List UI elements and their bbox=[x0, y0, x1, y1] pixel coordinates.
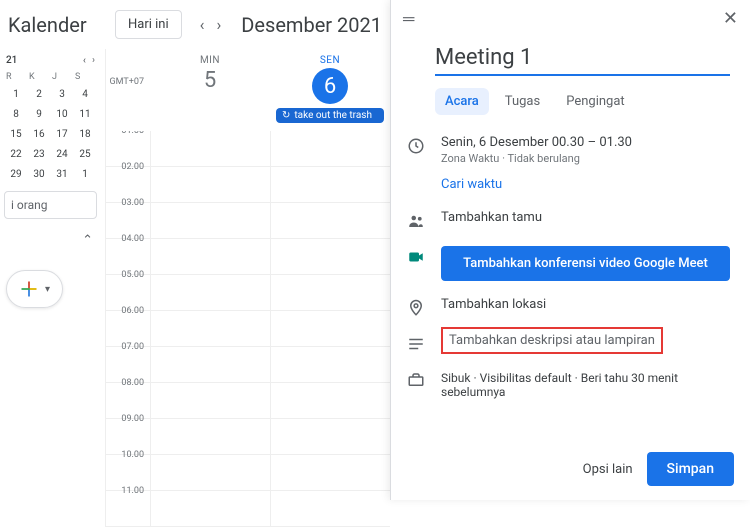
add-location-input[interactable]: Tambahkan lokasi bbox=[441, 297, 730, 312]
timezone-label: GMT+07 bbox=[106, 49, 150, 131]
hour-label: 08.00 bbox=[106, 378, 150, 413]
next-period-icon[interactable]: › bbox=[212, 11, 225, 38]
time-row: 11.00 bbox=[106, 491, 390, 527]
close-icon[interactable]: ✕ bbox=[723, 8, 738, 29]
time-cell[interactable] bbox=[150, 203, 270, 238]
recurring-icon: ↻ bbox=[282, 110, 290, 121]
mini-date[interactable]: 11 bbox=[75, 106, 95, 123]
tab-reminder[interactable]: Pengingat bbox=[556, 88, 634, 115]
time-cell[interactable] bbox=[270, 419, 390, 454]
mini-date[interactable]: 9 bbox=[29, 106, 49, 123]
mini-date[interactable]: 4 bbox=[75, 86, 95, 103]
time-cell[interactable] bbox=[270, 491, 390, 526]
mini-date[interactable]: 2 bbox=[29, 86, 49, 103]
hour-label: 11.00 bbox=[106, 486, 150, 521]
time-cell[interactable] bbox=[270, 311, 390, 346]
time-cell[interactable] bbox=[270, 203, 390, 238]
time-cell[interactable] bbox=[270, 347, 390, 382]
people-icon bbox=[407, 212, 427, 230]
mini-date[interactable]: 15 bbox=[6, 126, 26, 143]
mini-date[interactable]: 31 bbox=[52, 166, 72, 183]
find-time-link[interactable]: Cari waktu bbox=[441, 173, 750, 202]
time-cell[interactable] bbox=[150, 311, 270, 346]
briefcase-icon bbox=[407, 371, 427, 389]
mini-date[interactable]: 24 bbox=[52, 146, 72, 163]
mini-date[interactable]: 25 bbox=[75, 146, 95, 163]
location-icon bbox=[407, 299, 427, 317]
time-cell[interactable] bbox=[150, 383, 270, 418]
add-description-input[interactable]: Tambahkan deskripsi atau lampiran bbox=[441, 327, 663, 354]
hour-label: 03.00 bbox=[106, 198, 150, 233]
mini-date[interactable]: 23 bbox=[29, 146, 49, 163]
app-title: Kalender bbox=[8, 13, 87, 37]
time-cell[interactable] bbox=[150, 347, 270, 382]
mini-next-icon[interactable]: › bbox=[92, 55, 95, 66]
month-label: Desember 2021 bbox=[241, 13, 382, 37]
event-title-input[interactable] bbox=[435, 41, 730, 76]
time-cell[interactable] bbox=[270, 455, 390, 490]
hour-label: 05.00 bbox=[106, 270, 150, 305]
time-cell[interactable] bbox=[150, 239, 270, 274]
mini-date[interactable]: 1 bbox=[75, 166, 95, 183]
search-people-input[interactable]: i orang bbox=[4, 191, 97, 219]
save-button[interactable]: Simpan bbox=[647, 452, 734, 486]
chevron-down-icon: ▾ bbox=[45, 284, 50, 295]
mini-cal-year: 21 bbox=[6, 55, 17, 66]
drag-handle-icon[interactable]: ═ bbox=[403, 9, 414, 29]
time-cell[interactable] bbox=[150, 167, 270, 202]
plus-icon bbox=[19, 279, 39, 299]
hour-label: 09.00 bbox=[106, 414, 150, 449]
time-cell[interactable] bbox=[150, 275, 270, 310]
visibility-row[interactable]: Sibuk · Visibilitas default · Beri tahu … bbox=[441, 371, 730, 399]
mini-date[interactable]: 8 bbox=[6, 106, 26, 123]
hour-label: 10.00 bbox=[106, 450, 150, 485]
mini-dow: R bbox=[6, 72, 26, 82]
create-button[interactable]: ▾ bbox=[6, 270, 63, 308]
day-header[interactable]: SEN 6 ↻ take out the trash bbox=[270, 49, 390, 131]
mini-dow: K bbox=[29, 72, 49, 82]
tab-event[interactable]: Acara bbox=[435, 88, 489, 115]
mini-date[interactable]: 1 bbox=[6, 86, 26, 103]
hour-label: 01.00 bbox=[106, 131, 150, 161]
mini-date[interactable]: 10 bbox=[52, 106, 72, 123]
tab-task[interactable]: Tugas bbox=[495, 88, 550, 115]
event-chip[interactable]: ↻ take out the trash bbox=[276, 108, 384, 123]
description-icon bbox=[407, 335, 427, 353]
clock-icon bbox=[407, 137, 427, 155]
time-cell[interactable] bbox=[150, 131, 270, 166]
time-cell[interactable] bbox=[270, 383, 390, 418]
mini-date[interactable]: 17 bbox=[52, 126, 72, 143]
time-cell[interactable] bbox=[270, 239, 390, 274]
add-guests-input[interactable]: Tambahkan tamu bbox=[441, 210, 730, 225]
hour-label: 06.00 bbox=[106, 306, 150, 341]
time-cell[interactable] bbox=[270, 167, 390, 202]
prev-period-icon[interactable]: ‹ bbox=[196, 11, 209, 38]
time-cell[interactable] bbox=[150, 455, 270, 490]
mini-date[interactable]: 29 bbox=[6, 166, 26, 183]
hour-label: 04.00 bbox=[106, 234, 150, 269]
meet-icon bbox=[407, 248, 427, 266]
hour-label: 02.00 bbox=[106, 162, 150, 197]
mini-date[interactable]: 16 bbox=[29, 126, 49, 143]
today-button[interactable]: Hari ini bbox=[115, 10, 182, 39]
mini-date[interactable]: 22 bbox=[6, 146, 26, 163]
time-cell[interactable] bbox=[150, 491, 270, 526]
time-cell[interactable] bbox=[270, 275, 390, 310]
time-cell[interactable] bbox=[150, 419, 270, 454]
add-meet-button[interactable]: Tambahkan konferensi video Google Meet bbox=[441, 246, 730, 281]
hour-label: 07.00 bbox=[106, 342, 150, 377]
day-header[interactable]: MIN 5 bbox=[150, 49, 270, 131]
more-options-link[interactable]: Opsi lain bbox=[583, 462, 633, 477]
mini-date[interactable]: 3 bbox=[52, 86, 72, 103]
mini-prev-icon[interactable]: ‹ bbox=[83, 55, 86, 66]
mini-date[interactable]: 18 bbox=[75, 126, 95, 143]
my-calendars-toggle[interactable]: ⌃ bbox=[0, 227, 101, 254]
mini-date[interactable]: 30 bbox=[29, 166, 49, 183]
datetime-row[interactable]: Senin, 6 Desember 00.30 – 01.30 Zona Wak… bbox=[441, 135, 730, 165]
mini-dow: S bbox=[75, 72, 95, 82]
mini-dow: J bbox=[52, 72, 72, 82]
time-cell[interactable] bbox=[270, 131, 390, 166]
